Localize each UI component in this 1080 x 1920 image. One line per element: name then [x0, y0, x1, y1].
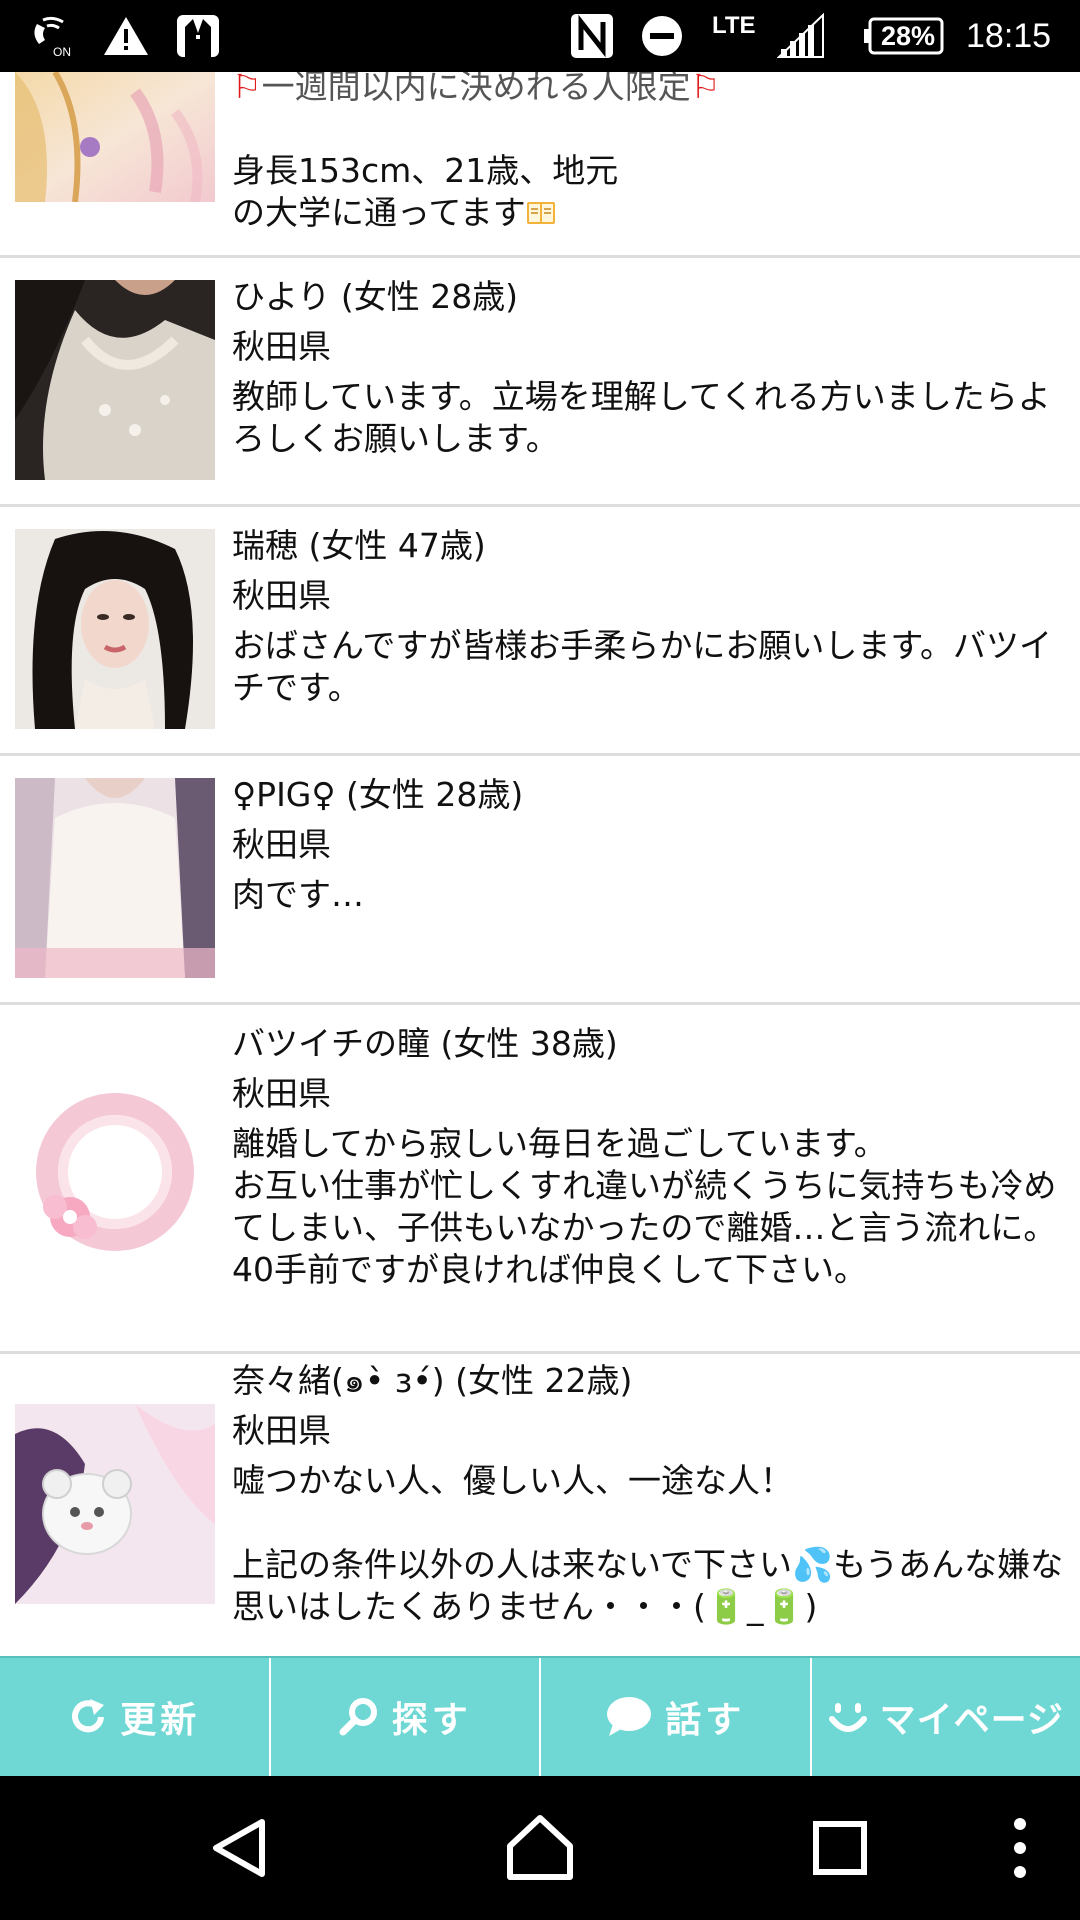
refresh-label: 更新 [120, 1700, 201, 1741]
mypage-button[interactable]: マイページ [812, 1658, 1080, 1776]
post-title: 一週間以内に決めれる人限定 [261, 72, 691, 106]
post-message: 嘘つかない人、優しい人、一途な人！ 上記の条件以外の人は来ないで下さい💦もうあん… [232, 1461, 1064, 1626]
mypage-label: マイページ [879, 1700, 1064, 1741]
post-prefecture: 秋田県 [232, 1411, 331, 1450]
list-item[interactable]: 瑞穂 (女性 47歳) 秋田県 おばさんですが皆様お手柔らかにお願いします。バツ… [0, 507, 1080, 756]
avatar [15, 778, 215, 978]
avatar [15, 1404, 215, 1604]
post-body: ♀PIG♀ (女性 28歳) 秋田県 肉です… [232, 774, 1066, 916]
search-label: 探す [391, 1700, 472, 1741]
post-message: 教師しています。立場を理解してくれる方いましたらよろしくお願いします。 [232, 377, 1051, 458]
talk-button[interactable]: 話す [541, 1658, 812, 1776]
flag-icon: ⚐ [690, 72, 721, 106]
wifi-calling-on-icon: ON [28, 0, 80, 72]
post-title-line: ⚐一週間以内に決めれる人限定⚐ [232, 72, 1066, 108]
search-icon [339, 1698, 377, 1736]
list-item[interactable]: ⚐一週間以内に決めれる人限定⚐ 身長153cm、21歳、地元 の大学に通ってます [0, 72, 1080, 258]
post-prefecture: 秋田県 [232, 576, 331, 615]
list-item[interactable]: 奈々緒(๑•̀ з•́) (女性 22歳) 秋田県 嘘つかない人、優しい人、一途… [0, 1354, 1080, 1656]
nfc-icon [566, 0, 618, 72]
refresh-icon [72, 1699, 105, 1733]
warning-icon [100, 0, 152, 72]
book-icon [526, 202, 555, 224]
post-body: ⚐一週間以内に決めれる人限定⚐ 身長153cm、21歳、地元 の大学に通ってます [232, 72, 1066, 234]
post-author: 奈々緒(๑•̀ з•́) (女性 22歳) [232, 1361, 633, 1400]
tuxedo-app-icon [172, 0, 224, 72]
list-item[interactable]: バツイチの瞳 (女性 38歳) 秋田県 離婚してから寂しい毎日を過ごしています。… [0, 1005, 1080, 1354]
battery-percent: 28% [880, 20, 936, 51]
search-button[interactable]: 探す [271, 1658, 541, 1776]
list-item[interactable]: ひより (女性 28歳) 秋田県 教師しています。立場を理解してくれる方いました… [0, 258, 1080, 507]
post-message: おばさんですが皆様お手柔らかにお願いします。バツイチです。 [232, 626, 1053, 707]
post-text: の大学に通ってます [232, 193, 526, 232]
svg-text:ON: ON [53, 45, 71, 58]
post-prefecture: 秋田県 [232, 825, 331, 864]
post-author: バツイチの瞳 (女性 38歳) [232, 1024, 618, 1063]
back-icon[interactable] [200, 1776, 280, 1920]
post-body: 奈々緒(๑•̀ з•́) (女性 22歳) 秋田県 嘘つかない人、優しい人、一途… [232, 1360, 1066, 1628]
talk-label: 話す [665, 1700, 746, 1741]
system-navigation-bar [0, 1776, 1080, 1920]
clock: 18:15 [966, 16, 1052, 55]
avatar [15, 1077, 215, 1277]
post-message: 肉です… [232, 875, 364, 914]
do-not-disturb-icon [638, 0, 686, 72]
post-author: ♀PIG♀ (女性 28歳) [232, 775, 524, 814]
refresh-button[interactable]: 更新 [0, 1658, 271, 1776]
post-prefecture: 秋田県 [232, 1074, 331, 1113]
avatar [15, 72, 215, 202]
post-text-line: 身長153cm、21歳、地元 [232, 151, 619, 190]
post-body: バツイチの瞳 (女性 38歳) 秋田県 離婚してから寂しい毎日を過ごしています。… [232, 1023, 1066, 1291]
battery-icon: 28% [862, 0, 946, 72]
post-prefecture: 秋田県 [232, 327, 331, 366]
recents-icon[interactable] [800, 1776, 880, 1920]
post-message: 離婚してから寂しい毎日を過ごしています。 お互い仕事が忙しくすれ違いが続くうちに… [232, 1124, 1057, 1289]
chat-bubble-icon [607, 1697, 652, 1736]
home-icon[interactable] [500, 1776, 580, 1920]
list-item[interactable]: ♀PIG♀ (女性 28歳) 秋田県 肉です… [0, 756, 1080, 1005]
avatar [15, 280, 215, 480]
post-body: 瑞穂 (女性 47歳) 秋田県 おばさんですが皆様お手柔らかにお願いします。バツ… [232, 525, 1066, 709]
post-author: 瑞穂 (女性 47歳) [232, 526, 486, 565]
lte-indicator: LTE [712, 12, 756, 39]
post-author: ひより (女性 28歳) [232, 277, 519, 316]
post-text-line-2: の大学に通ってます [232, 192, 1066, 234]
signal-icon [776, 0, 826, 72]
bottom-navigation: 更新 探す 話す マイページ [0, 1656, 1080, 1776]
more-icon[interactable] [1000, 1776, 1040, 1920]
post-feed[interactable]: ⚐一週間以内に決めれる人限定⚐ 身長153cm、21歳、地元 の大学に通ってます… [0, 72, 1080, 1656]
flag-icon: ⚐ [232, 72, 262, 106]
smiley-icon [828, 1703, 867, 1732]
status-bar: ON LTE 28% 18:15 [0, 0, 1080, 72]
post-body: ひより (女性 28歳) 秋田県 教師しています。立場を理解してくれる方いました… [232, 276, 1066, 460]
avatar [15, 529, 215, 729]
